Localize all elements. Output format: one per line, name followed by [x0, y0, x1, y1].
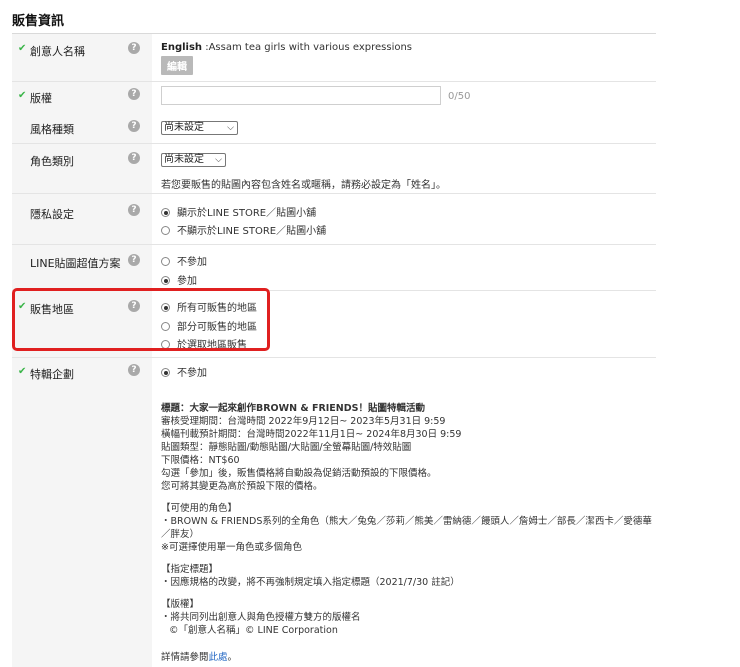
- check-icon: ✔: [18, 90, 27, 101]
- english-creator-name: :Assam tea girls with various expression…: [202, 42, 413, 53]
- title-spec-header: 【指定標題】: [161, 564, 219, 575]
- special-line: 貼圖類型：靜態貼圖/動態貼圖/大貼圖/全螢幕貼圖/特效貼圖: [161, 442, 412, 453]
- copyright-header: 【版權】: [161, 599, 200, 610]
- row-style-type: 風格種類 ? 尚未設定 ⌵: [12, 112, 656, 144]
- chevron-down-icon: ⌵: [227, 123, 234, 133]
- creator-name-value: English :Assam tea girls with various ex…: [161, 42, 412, 75]
- help-icon[interactable]: ?: [128, 88, 140, 100]
- radio-not-participate[interactable]: 不參加: [161, 253, 207, 268]
- check-icon: ✔: [18, 43, 27, 54]
- english-prefix: English: [161, 42, 203, 53]
- characters-header: 【可使用的角色】: [161, 503, 238, 514]
- row-copyright: ✔ 版權 ? 0/50: [12, 82, 656, 112]
- radio-button-selected[interactable]: [161, 276, 170, 285]
- radio-participate[interactable]: 參加: [161, 272, 197, 287]
- help-icon[interactable]: ?: [128, 254, 140, 266]
- row-character-category: 角色類別 ? 尚未設定 ⌵ 若您要販售的貼圖內容包含姓名或暱稱，請務必設定為「姓名…: [12, 144, 656, 194]
- edit-button[interactable]: 編輯: [161, 56, 193, 75]
- check-icon: ✔: [18, 366, 27, 377]
- characters-line: ／胖友）: [161, 529, 200, 540]
- copyright-input[interactable]: [161, 86, 441, 105]
- special-line: 下限價格：NT$60: [161, 455, 240, 466]
- special-line: 勾選「參加」後，販售價格將自動設為促銷活動預設的下限價格。: [161, 468, 437, 479]
- style-type-select[interactable]: 尚未設定 ⌵: [161, 121, 238, 135]
- help-icon[interactable]: ?: [128, 120, 140, 132]
- radio-button[interactable]: [161, 226, 170, 235]
- radio-button-selected[interactable]: [161, 368, 170, 377]
- copyright-line: ・將共同列出創意人與角色授權方雙方的版權名: [161, 612, 361, 623]
- characters-line: ・BROWN & FRIENDS系列的全角色（熊大／兔兔／莎莉／熊美／雷納德／饅…: [161, 516, 652, 527]
- highlight-box: [12, 288, 270, 351]
- help-icon[interactable]: ?: [128, 42, 140, 54]
- character-category-note: 若您要販售的貼圖內容包含姓名或暱稱，請務必設定為「姓名」。: [161, 180, 446, 191]
- radio-button-selected[interactable]: [161, 208, 170, 217]
- more-info-link[interactable]: 此處: [209, 652, 228, 663]
- special-line: 您可將其變更為高於預設下限的價格。: [161, 481, 323, 492]
- title-spec-line: ・因應規格的改變，將不再強制規定填入指定標題（2021/7/30 註記）: [161, 577, 460, 588]
- chevron-down-icon: ⌵: [215, 155, 222, 165]
- copyright-line: ©「創意人名稱」© LINE Corporation: [169, 625, 338, 636]
- characters-line: ※可選擇使用單一角色或多個角色: [161, 542, 302, 553]
- row-special-feature: ✔ 特輯企劃 ? 不參加 標題：大家一起來創作BROWN & FRIENDS！貼…: [18, 364, 652, 664]
- row-privacy-setting: 隱私設定 ? 顯示於LINE STORE／貼圖小舖 不顯示於LINE STORE…: [12, 194, 656, 245]
- character-category-select[interactable]: 尚未設定 ⌵: [161, 153, 226, 167]
- special-title: 標題：大家一起來創作BROWN & FRIENDS！貼圖特輯活動: [161, 403, 425, 414]
- radio-hide-from-store[interactable]: 不顯示於LINE STORE／貼圖小舖: [161, 222, 326, 237]
- help-icon[interactable]: ?: [128, 204, 140, 216]
- row-creator-name: ✔ 創意人名稱 ? English :Assam tea girls with …: [12, 34, 656, 82]
- special-description: 標題：大家一起來創作BROWN & FRIENDS！貼圖特輯活動 審核受理期間：…: [161, 402, 652, 664]
- help-icon[interactable]: ?: [128, 152, 140, 164]
- row-value-plan: LINE貼圖超值方案 ? 不參加 參加: [12, 245, 656, 291]
- copyright-char-counter: 0/50: [448, 91, 471, 102]
- radio-special-not-participate[interactable]: 不參加: [161, 364, 207, 379]
- special-line: 橫幅刊載預計期間：台灣時間2022年11月1日~ 2024年8月30日 9:59: [161, 429, 462, 440]
- more-info: 詳情請參閱此處。: [161, 652, 238, 663]
- radio-button[interactable]: [161, 257, 170, 266]
- help-icon[interactable]: ?: [128, 364, 140, 376]
- radio-show-in-store[interactable]: 顯示於LINE STORE／貼圖小舖: [161, 204, 316, 219]
- special-line: 審核受理期間：台灣時間 2022年9月12日~ 2023年5月31日 9:59: [161, 416, 446, 427]
- page-title: 販售資訊: [12, 14, 65, 29]
